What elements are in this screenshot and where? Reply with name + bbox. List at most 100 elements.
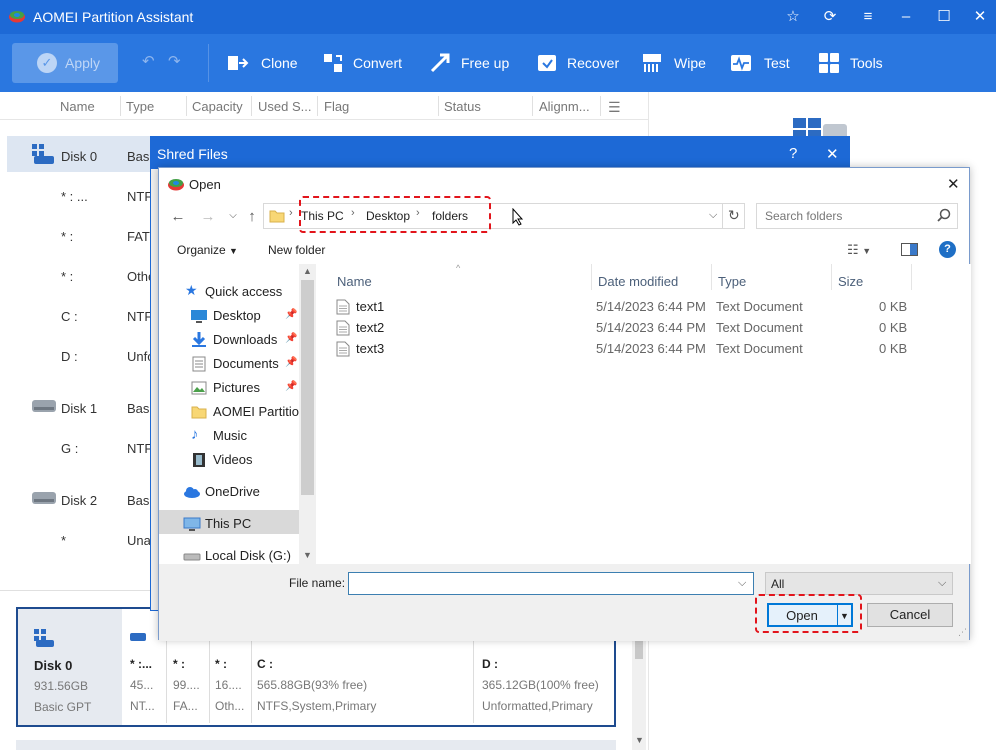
disk-icon: [32, 398, 56, 414]
menu-icon[interactable]: ≡: [857, 7, 879, 27]
resize-grip-icon[interactable]: ⋰: [958, 627, 967, 638]
sort-ascending-icon: ^: [456, 263, 461, 273]
free-up-button[interactable]: Free up: [429, 50, 519, 76]
nav-this-pc[interactable]: This PC: [159, 512, 299, 536]
open-close-button[interactable]: ✕: [947, 175, 960, 193]
scrollbar-thumb[interactable]: [635, 639, 643, 659]
file-type-select[interactable]: All ⌵: [765, 572, 953, 595]
pin-icon[interactable]: 📌: [285, 333, 297, 344]
navigation-scrollbar[interactable]: ▲ ▼: [299, 264, 316, 564]
table-row-name[interactable]: *: [61, 533, 66, 548]
table-row-type: Basi: [127, 493, 153, 508]
organize-dropdown-icon: ▼: [229, 246, 238, 256]
shred-dialog-title: Shred Files: [157, 146, 228, 162]
col-name[interactable]: Name: [60, 99, 95, 114]
search-placeholder: Search folders: [765, 209, 843, 223]
refresh-icon[interactable]: ↻: [728, 207, 740, 224]
redo-icon[interactable]: ↷: [168, 52, 186, 70]
recover-button[interactable]: Recover: [536, 50, 626, 76]
test-button[interactable]: Test: [730, 50, 800, 76]
nav-desktop[interactable]: Desktop 📌: [159, 304, 299, 328]
file-type-value: All: [771, 577, 785, 591]
table-row-name[interactable]: D :: [61, 349, 78, 364]
back-arrow-icon[interactable]: ←: [167, 208, 189, 226]
cancel-button[interactable]: Cancel: [867, 603, 953, 627]
help-icon[interactable]: ?: [939, 241, 956, 258]
favorite-star-icon[interactable]: ☆: [782, 7, 804, 27]
nav-aomei-partition[interactable]: AOMEI Partition: [159, 400, 306, 424]
table-row-name[interactable]: Disk 0: [61, 149, 97, 164]
nav-label: Documents: [213, 356, 279, 371]
col-used-space[interactable]: Used S...: [258, 99, 311, 114]
address-dropdown-chevron-icon[interactable]: ⌵: [709, 209, 717, 222]
table-row-name[interactable]: C :: [61, 309, 78, 324]
pin-icon[interactable]: 📌: [285, 381, 297, 392]
table-row-name[interactable]: Disk 2: [61, 493, 97, 508]
column-divider: [120, 96, 121, 116]
file-row[interactable]: text3 5/14/2023 6:44 PM Text Document 0 …: [336, 338, 936, 359]
organize-menu[interactable]: Organize ▼: [177, 243, 238, 257]
file-row[interactable]: text2 5/14/2023 6:44 PM Text Document 0 …: [336, 317, 936, 338]
nav-music[interactable]: ♪ Music: [159, 424, 299, 448]
documents-icon: [191, 356, 207, 372]
convert-button[interactable]: Convert: [322, 50, 412, 76]
col-alignment[interactable]: Alignm...: [539, 99, 590, 114]
up-arrow-icon[interactable]: ↑: [241, 208, 263, 226]
scroll-up-icon[interactable]: ▲: [303, 266, 312, 276]
disk-map-disk-info[interactable]: Disk 0 931.56GB Basic GPT: [18, 609, 122, 725]
table-row-name[interactable]: * :: [61, 269, 73, 284]
nav-label: Pictures: [213, 380, 260, 395]
file-col-date[interactable]: Date modified: [598, 274, 678, 289]
disk-map-size: 931.56GB: [34, 679, 89, 693]
table-row-name[interactable]: G :: [61, 441, 78, 456]
tools-button[interactable]: Tools: [818, 50, 888, 76]
maximize-button[interactable]: ☐: [933, 7, 955, 27]
pin-icon[interactable]: 📌: [285, 357, 297, 368]
open-button-highlight: [755, 594, 862, 633]
mouse-cursor-icon: [512, 208, 524, 226]
file-type-dropdown-icon[interactable]: ⌵: [938, 577, 946, 590]
table-row-name[interactable]: * :: [61, 229, 73, 244]
partition-size: 16....: [215, 678, 242, 692]
col-flag[interactable]: Flag: [324, 99, 349, 114]
table-row-name[interactable]: Disk 1: [61, 401, 97, 416]
preview-pane-icon[interactable]: [901, 243, 919, 257]
pin-icon[interactable]: 📌: [285, 309, 297, 320]
minimize-button[interactable]: –: [895, 7, 917, 27]
shred-help-button[interactable]: ?: [789, 145, 797, 162]
table-row-type: NTF: [127, 309, 153, 324]
nav-onedrive[interactable]: OneDrive: [159, 480, 299, 504]
scrollbar-thumb[interactable]: [301, 280, 314, 495]
wipe-button[interactable]: Wipe: [641, 50, 711, 76]
new-folder-button[interactable]: New folder: [268, 243, 325, 257]
file-col-name[interactable]: Name: [337, 274, 372, 289]
undo-icon[interactable]: ↶: [142, 52, 160, 70]
file-row[interactable]: text1 5/14/2023 6:44 PM Text Document 0 …: [336, 296, 936, 317]
col-status[interactable]: Status: [444, 99, 481, 114]
column-divider: [591, 264, 592, 290]
nav-label: Local Disk (G:): [205, 548, 291, 563]
scroll-down-icon[interactable]: ▼: [635, 735, 644, 745]
nav-downloads[interactable]: Downloads 📌: [159, 328, 299, 352]
shred-close-button[interactable]: ✕: [826, 145, 839, 163]
col-type[interactable]: Type: [126, 99, 154, 114]
nav-documents[interactable]: Documents 📌: [159, 352, 299, 376]
file-name-input[interactable]: ⌵: [348, 572, 754, 595]
refresh-icon[interactable]: ⟳: [819, 7, 841, 27]
scroll-down-icon[interactable]: ▼: [303, 550, 312, 560]
file-col-type[interactable]: Type: [718, 274, 746, 289]
view-options-icon[interactable]: ☷ ▼: [847, 242, 871, 258]
search-input[interactable]: Search folders: [756, 203, 958, 229]
apply-button[interactable]: ✓ Apply: [12, 43, 118, 83]
column-settings-icon[interactable]: ☰: [608, 99, 621, 116]
close-app-button[interactable]: ✕: [969, 7, 991, 27]
file-col-size[interactable]: Size: [838, 274, 863, 289]
nav-quick-access[interactable]: ★ Quick access: [159, 280, 299, 304]
col-capacity[interactable]: Capacity: [192, 99, 243, 114]
nav-videos[interactable]: Videos: [159, 448, 299, 472]
file-name-dropdown-icon[interactable]: ⌵: [738, 577, 746, 590]
forward-arrow-icon[interactable]: →: [197, 208, 219, 226]
nav-pictures[interactable]: Pictures 📌: [159, 376, 299, 400]
clone-button[interactable]: Clone: [227, 50, 307, 76]
table-row-name[interactable]: * : ...: [61, 189, 88, 204]
